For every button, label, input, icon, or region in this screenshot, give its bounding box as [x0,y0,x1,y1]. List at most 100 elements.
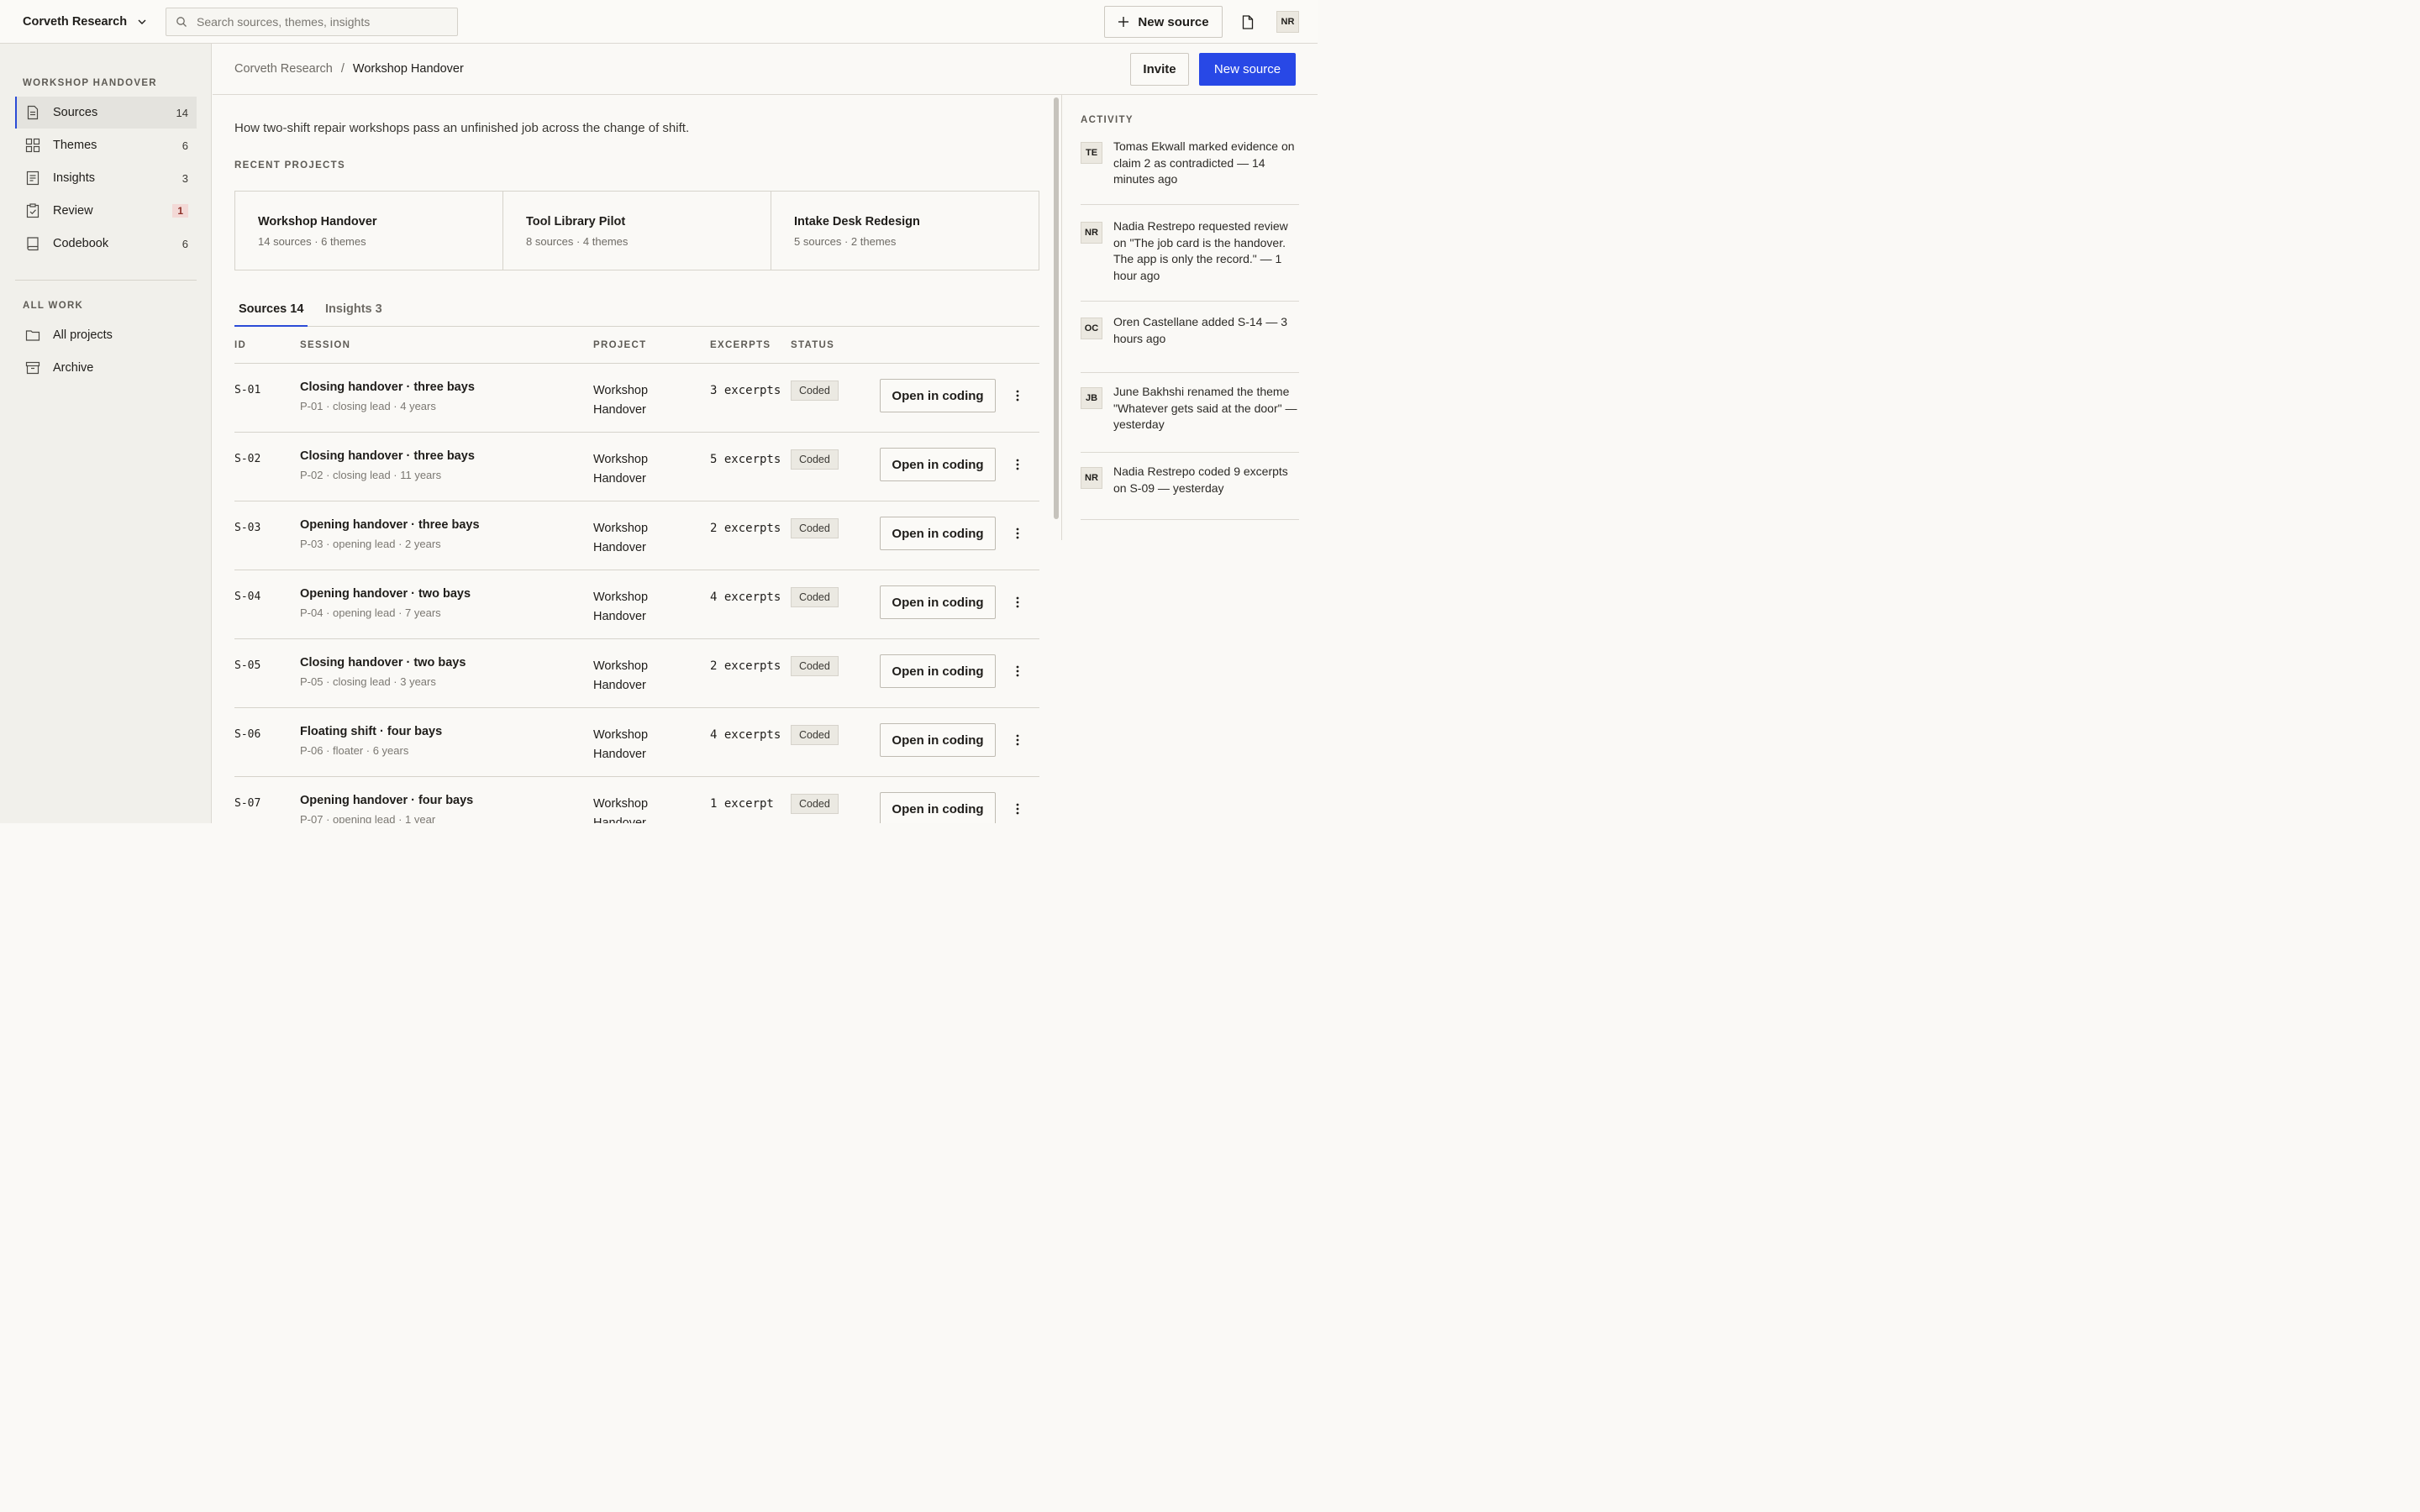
column-header-session: SESSION [300,340,351,350]
source-id: S-05 [234,659,261,672]
document-icon-button[interactable] [1239,13,1256,30]
sidebar-section-project: WORKSHOP HANDOVER [23,78,157,88]
more-options-button[interactable] [1009,800,1026,818]
session-title: Opening handover · two bays [300,587,471,601]
table-row[interactable]: S-02 Closing handover · three bays P-02 · … [234,433,1039,501]
source-id: S-02 [234,453,261,465]
breadcrumb: Corveth Research / Workshop Handover [234,62,464,76]
row-project: Workshop Handover [593,591,649,623]
row-excerpts: 4 excerpts [710,591,781,604]
source-id: S-07 [234,797,261,810]
status-badge: Coded [791,725,839,745]
sidebar-item-sources[interactable]: Sources 14 [15,97,197,129]
new-source-button[interactable]: New source [1199,53,1296,86]
open-in-coding-button[interactable]: Open in coding [880,517,996,550]
session-title: Closing handover · three bays [300,449,475,463]
project-name: Intake Desk Redesign [794,215,920,228]
sidebar-item-insights[interactable]: Insights 3 [15,162,197,194]
session-title: Floating shift · four bays [300,725,443,738]
project-name: Workshop Handover [258,215,377,228]
document-icon [25,105,40,120]
more-options-button[interactable] [1009,524,1026,543]
sidebar-section-all: ALL WORK [23,301,84,311]
row-excerpts: 1 excerpt [710,797,774,811]
status-badge: Coded [791,587,839,607]
table-row[interactable]: S-04 Opening handover · two bays P-04 · op… [234,570,1039,639]
tab-sources[interactable]: Sources 14 [234,302,308,327]
more-options-button[interactable] [1009,662,1026,680]
top-new-source-label: New source [1138,14,1209,29]
top-new-source-button[interactable]: New source [1104,6,1223,38]
row-excerpts: 2 excerpts [710,659,781,673]
table-row[interactable]: S-03 Opening handover · three bays P-03 · … [234,501,1039,570]
more-options-button[interactable] [1009,386,1026,405]
sidebar-item-label: All projects [53,328,113,342]
project-card[interactable]: Workshop Handover 14 sources · 6 themes [235,192,503,270]
session-meta: P-01 · closing lead · 4 years [300,400,436,412]
activity-text: Nadia Restrepo requested review on "The … [1113,219,1288,282]
open-in-coding-button[interactable]: Open in coding [880,585,996,619]
session-meta: P-07 · opening lead · 1 year [300,813,436,823]
activity-avatar: TE [1081,142,1102,164]
table-row[interactable]: S-07 Opening handover · four bays P-07 · o… [234,777,1039,823]
grid-icon [25,138,40,153]
project-card[interactable]: Tool Library Pilot 8 sources · 4 themes [503,192,771,270]
status-badge: Coded [791,794,839,814]
sidebar-item-themes[interactable]: Themes 6 [15,129,197,161]
recent-projects: Workshop Handover 14 sources · 6 themes … [234,191,1039,270]
row-project: Workshop Handover [593,384,649,417]
main-content: How two-shift repair workshops pass an u… [213,95,1062,823]
open-in-coding-button[interactable]: Open in coding [880,654,996,688]
kebab-icon [1016,596,1019,608]
more-options-button[interactable] [1009,593,1026,612]
activity-item: NR Nadia Restrepo requested review on "Th… [1081,219,1299,302]
sidebar-divider [15,280,197,281]
tabs: Sources 14 Insights 3 [234,294,1039,327]
project-meta: 14 sources · 6 themes [258,235,366,248]
top-bar: Corveth Research New source NR [0,0,1318,44]
search-input[interactable] [197,15,440,29]
breadcrumb-root[interactable]: Corveth Research [234,62,333,76]
more-options-button[interactable] [1009,731,1026,749]
table-row[interactable]: S-01 Closing handover · three bays P-01 · … [234,364,1039,433]
open-in-coding-button[interactable]: Open in coding [880,448,996,481]
kebab-icon [1016,803,1019,815]
clipboard-icon [25,203,40,218]
activity-avatar: NR [1081,222,1102,244]
status-badge: Coded [791,381,839,401]
row-project: Workshop Handover [593,659,649,692]
table-row[interactable]: S-05 Closing handover · two bays P-05 · cl… [234,639,1039,708]
tab-insights[interactable]: Insights 3 [325,302,382,325]
sidebar-item-review[interactable]: Review 1 [15,195,197,227]
sidebar-item-count: 14 [176,106,188,119]
row-project: Workshop Handover [593,453,649,486]
project-card[interactable]: Intake Desk Redesign 5 sources · 2 theme… [771,192,1039,270]
open-in-coding-button[interactable]: Open in coding [880,792,996,823]
row-excerpts: 2 excerpts [710,522,781,535]
column-header-project: PROJECT [593,340,647,350]
user-avatar[interactable]: NR [1276,11,1299,33]
open-in-coding-button[interactable]: Open in coding [880,379,996,412]
file-icon [1242,14,1254,29]
session-title: Opening handover · four bays [300,794,474,807]
main-scrollbar[interactable] [1054,97,1059,519]
sidebar-item-count: 6 [182,237,188,250]
sidebar-item-codebook[interactable]: Codebook 6 [15,228,197,260]
project-meta: 8 sources · 4 themes [526,235,629,248]
kebab-icon [1016,665,1019,677]
breadcrumb-current: Workshop Handover [352,62,464,76]
open-in-coding-button[interactable]: Open in coding [880,723,996,757]
sidebar-item-archive[interactable]: Archive [15,352,197,384]
table-header: ID SESSION PROJECT EXCERPTS STATUS [234,327,1039,364]
sidebar-item-all-projects[interactable]: All projects [15,319,197,351]
sidebar-item-count: 6 [182,139,188,152]
invite-button[interactable]: Invite [1130,53,1189,86]
activity-avatar: OC [1081,318,1102,339]
archive-icon [25,360,40,375]
workspace-switcher[interactable]: Corveth Research [23,0,147,44]
session-title: Closing handover · three bays [300,381,475,394]
session-meta: P-02 · closing lead · 11 years [300,469,442,481]
more-options-button[interactable] [1009,455,1026,474]
table-row[interactable]: S-06 Floating shift · four bays P-06 · flo… [234,708,1039,777]
activity-item: JB June Bakhshi renamed the theme "Whatev… [1081,385,1299,453]
